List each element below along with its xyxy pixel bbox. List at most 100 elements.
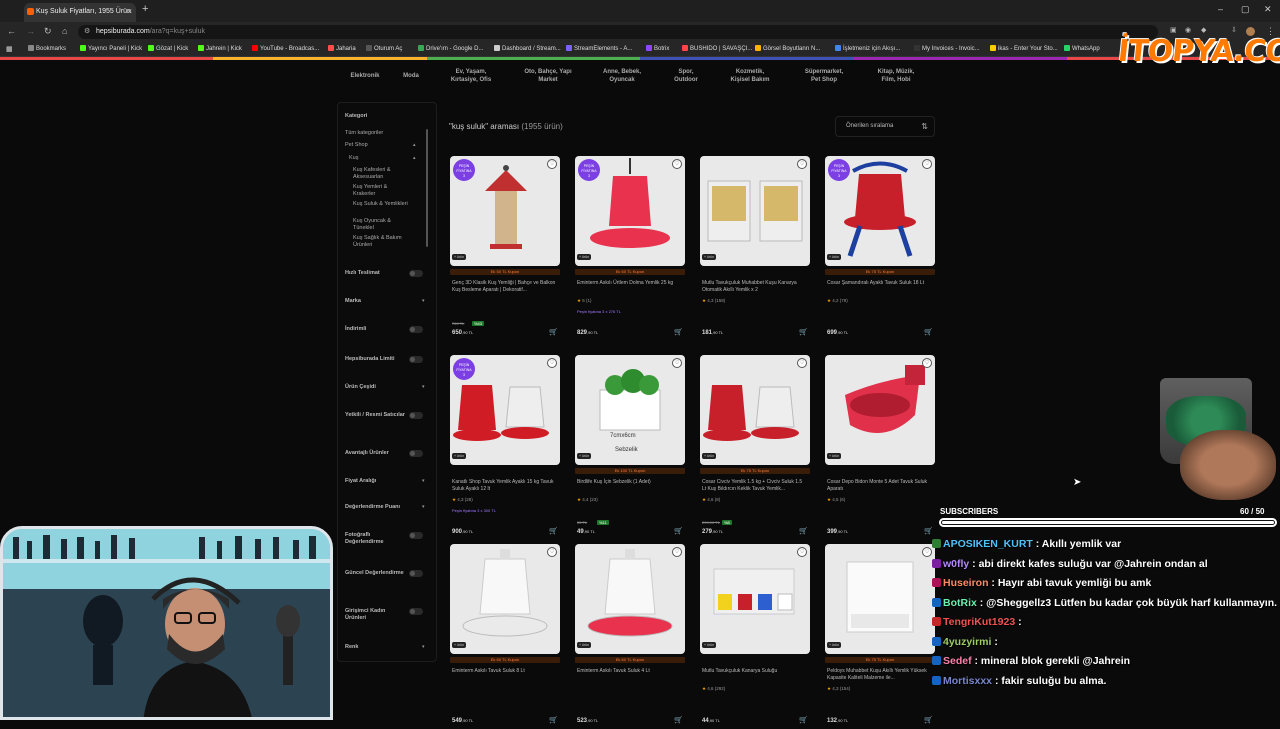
add-to-cart-icon[interactable]: 🛒 — [924, 328, 933, 336]
sidebar-subcategory[interactable]: Kuş Oyuncak & Tüneklel — [353, 218, 409, 232]
category-menu-item[interactable]: Kitap, Müzik, Film, Hobi — [876, 68, 916, 84]
filter-toggle-label[interactable]: Fotoğraflı Değerlendirme — [345, 532, 405, 546]
sidebar-subcategory[interactable]: Kuş Sağlık & Bakım Ürünleri — [353, 235, 409, 249]
favorite-heart-icon[interactable]: ♡ — [672, 159, 682, 169]
reload-icon[interactable]: ↻ — [44, 26, 52, 37]
favorite-heart-icon[interactable]: ♡ — [547, 358, 557, 368]
filter-toggle-label[interactable]: Hızlı Teslimat — [345, 270, 405, 277]
product-name[interactable]: Eminterm Askılı Tavuk Suluk 4 Lt — [577, 668, 681, 675]
category-menu-item[interactable]: Kozmetik, Kişisel Bakım — [725, 68, 775, 84]
product-image[interactable]: 7cmx6cm Sebzelik ♡ + ürün — [575, 355, 685, 465]
bookmark-item[interactable]: ikas - Enter Your Sto... — [990, 45, 1058, 52]
product-name[interactable]: Cosar Depo Bidon Monte 5 Adet Tavuk Sulu… — [827, 479, 931, 492]
product-image[interactable]: ♡ + ürün — [700, 156, 810, 266]
product-image[interactable]: PEŞİN FİYATINA 3 ♡ + ürün — [450, 156, 560, 266]
minimize-icon[interactable]: – — [1218, 4, 1223, 14]
browser-tab[interactable]: Kuş Suluk Fiyatları, 1955 Ürün × — [24, 3, 136, 22]
home-icon[interactable]: ⌂ — [62, 26, 67, 36]
address-bar[interactable]: ⚙ hepsiburada.com/ara?q=kuş+suluk — [78, 25, 1158, 39]
chevron-down-icon[interactable]: ▾ — [422, 478, 425, 484]
filter-toggle-switch[interactable] — [409, 450, 423, 457]
filter-accordion-label[interactable]: Fiyat Aralığı — [345, 478, 405, 485]
filter-toggle-label[interactable]: Hepsiburada Limiti — [345, 356, 405, 363]
product-image[interactable]: ♡ + ürün — [825, 544, 935, 654]
add-to-cart-icon[interactable]: 🛒 — [549, 527, 558, 535]
favorite-heart-icon[interactable]: ♡ — [547, 547, 557, 557]
product-name[interactable]: Cosar Civciv Yemlik 1.5 kg + Civciv Sulu… — [702, 479, 806, 492]
new-tab-icon[interactable]: + — [142, 3, 148, 15]
filter-toggle-label[interactable]: Yetkili / Resmi Satıcılar — [345, 412, 405, 419]
bookmark-item[interactable]: Dashboard / Stream... — [494, 45, 561, 52]
favorite-heart-icon[interactable]: ♡ — [922, 547, 932, 557]
product-image[interactable]: PEŞİN FİYATINA 3 ♡ + ürün — [450, 355, 560, 465]
bookmark-item[interactable]: YouTube - Broadcas... — [252, 45, 319, 52]
bookmark-item[interactable]: İşletmeniz için Akışı... — [835, 45, 900, 52]
sort-dropdown[interactable]: Önerilen sıralama ⇅ — [835, 116, 935, 137]
petshop-link[interactable]: Pet Shop — [345, 142, 368, 149]
bookmark-item[interactable]: Bookmarks — [28, 45, 66, 52]
product-name[interactable]: Eminterm Askılı Tavuk Suluk 8 Lt — [452, 668, 556, 675]
chat-username[interactable]: Sedef — [943, 655, 972, 667]
bookmark-item[interactable]: Drive'ım - Google D... — [418, 45, 484, 52]
category-menu-item[interactable]: Spor, Outdoor — [671, 68, 701, 84]
back-icon[interactable]: ← — [7, 26, 16, 36]
filter-toggle-switch[interactable] — [409, 326, 423, 333]
chat-username[interactable]: 4yuzyirmi — [943, 636, 991, 648]
forward-icon[interactable]: → — [26, 26, 35, 36]
product-image[interactable]: ♡ + ürün — [450, 544, 560, 654]
add-to-cart-icon[interactable]: 🛒 — [924, 716, 933, 724]
favorite-heart-icon[interactable]: ♡ — [797, 159, 807, 169]
site-info-icon[interactable]: ⚙ — [84, 27, 90, 35]
maximize-icon[interactable]: ▢ — [1241, 4, 1250, 15]
product-name[interactable]: Peldoys Muhabbet Kuşu Akıllı Yemlik Yüks… — [827, 668, 931, 681]
bookmark-item[interactable]: BUSHIDO | SAVAŞÇI... — [682, 45, 752, 52]
product-card[interactable]: PEŞİN FİYATINA 3 ♡ + ürün Kanatlı Shop Tavuk … — [450, 355, 562, 540]
add-to-cart-icon[interactable]: 🛒 — [924, 527, 933, 535]
product-name[interactable]: Kanatlı Shop Tavuk Yemlik Ayaklı 15 kg T… — [452, 479, 556, 492]
bookmark-item[interactable]: Gözat | Kick — [148, 45, 188, 52]
product-name[interactable]: Mutlu Tavukçuluk Kanarya Suluğu — [702, 668, 806, 675]
chat-username[interactable]: Mortisxxx — [943, 675, 992, 687]
category-menu-item[interactable]: Moda — [401, 72, 421, 80]
product-image[interactable]: ♡ + ürün — [700, 544, 810, 654]
add-to-cart-icon[interactable]: 🛒 — [674, 716, 683, 724]
chat-username[interactable]: TengriKut1923 — [943, 616, 1015, 628]
filter-toggle-switch[interactable] — [409, 270, 423, 277]
add-to-cart-icon[interactable]: 🛒 — [674, 527, 683, 535]
filter-toggle-switch[interactable] — [409, 570, 423, 577]
chat-username[interactable]: w0fly — [943, 558, 969, 570]
chevron-down-icon[interactable]: ▾ — [422, 384, 425, 390]
category-menu-item[interactable]: Süpermarket, Pet Shop — [801, 68, 847, 84]
apps-icon[interactable]: ▦ — [6, 45, 13, 53]
filter-accordion-label[interactable]: Değerlendirme Puanı — [345, 504, 405, 511]
product-card[interactable]: ♡ + ürün Mutlu Tavukçuluk Kanarya Suluğu ★ … — [700, 544, 812, 729]
sidebar-subcategory[interactable]: Kuş Kafesleri & Aksesuarları — [353, 167, 409, 181]
sidebar-subcategory[interactable]: Kuş Suluk & Yemlikleri — [353, 201, 409, 208]
product-name[interactable]: Genç 3D Klasik Kuş Yemliği | Bahçe ve Ba… — [452, 280, 556, 293]
download-icon[interactable]: ⇩ — [1231, 26, 1237, 34]
filter-accordion-label[interactable]: Renk — [345, 644, 405, 651]
product-card[interactable]: ♡ + ürün Ek 60 TL Kupon Eminterm Askılı Tav… — [450, 544, 562, 729]
category-menu-item[interactable]: Oto, Bahçe, Yapı Market — [521, 68, 575, 84]
favorite-heart-icon[interactable]: ♡ — [672, 547, 682, 557]
bookmark-item[interactable]: WhatsApp — [1064, 45, 1100, 52]
category-menu-item[interactable]: Anne, Bebek, Oyuncak — [598, 68, 646, 84]
filter-toggle-label[interactable]: İndirimli — [345, 326, 405, 333]
category-menu-item[interactable]: Elektronik — [347, 72, 383, 80]
filter-accordion-label[interactable]: Marka — [345, 298, 405, 305]
filter-toggle-switch[interactable] — [409, 532, 423, 539]
product-image[interactable]: PEŞİN FİYATINA 3 ♡ + ürün — [825, 156, 935, 266]
window-close-icon[interactable]: ✕ — [1264, 4, 1272, 15]
favorite-heart-icon[interactable]: ♡ — [922, 159, 932, 169]
add-to-cart-icon[interactable]: 🛒 — [799, 716, 808, 724]
bookmark-item[interactable]: StreamElements - A... — [566, 45, 632, 52]
bookmark-item[interactable]: Görsel Boyutlanrı N... — [755, 45, 820, 52]
add-to-cart-icon[interactable]: 🛒 — [799, 527, 808, 535]
chat-username[interactable]: Huseiron — [943, 577, 989, 589]
favorite-heart-icon[interactable]: ♡ — [797, 547, 807, 557]
product-image[interactable]: ♡ + ürün — [700, 355, 810, 465]
chevron-down-icon[interactable]: ▾ — [422, 644, 425, 650]
add-to-cart-icon[interactable]: 🛒 — [674, 328, 683, 336]
filter-toggle-label[interactable]: Girişimci Kadın Ürünleri — [345, 608, 405, 622]
product-card[interactable]: PEŞİN FİYATINA 3 ♡ + ürün Ek 50 TL Kupon Genç … — [450, 156, 562, 341]
